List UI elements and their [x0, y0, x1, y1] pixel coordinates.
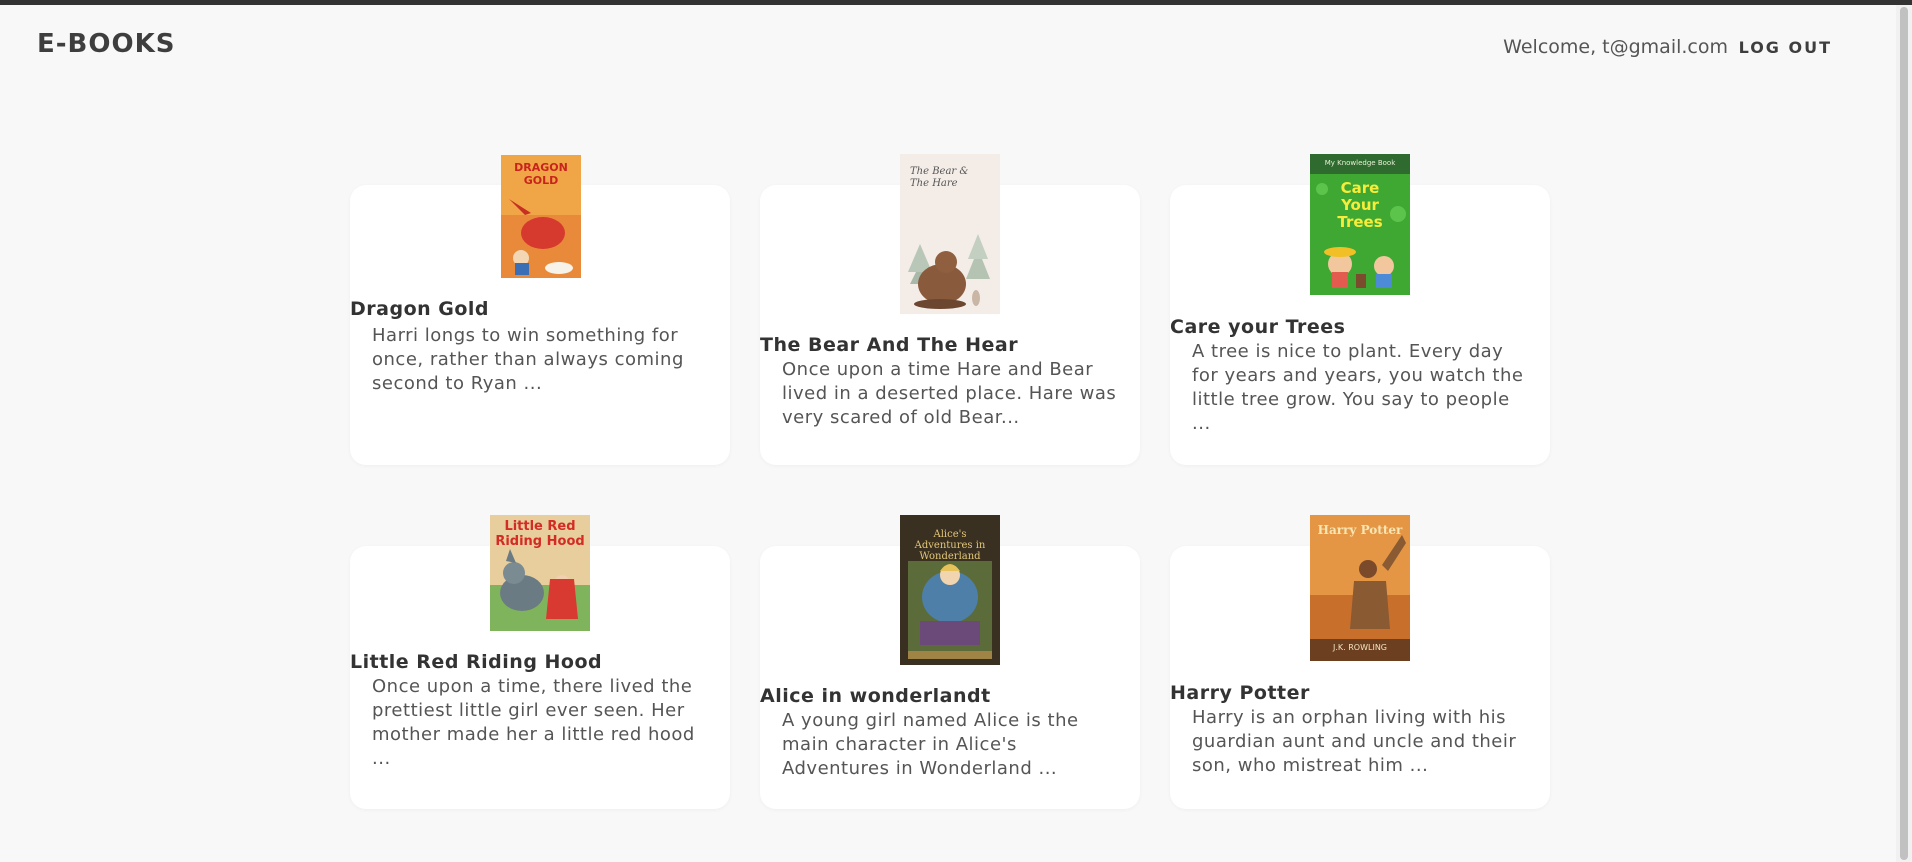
book-description: Harri longs to win something for once, r…	[372, 325, 684, 394]
book-cover[interactable]: The Bear & The Hare	[900, 154, 1000, 314]
scrollbar-thumb[interactable]	[1900, 7, 1908, 860]
book-title[interactable]: Little Red Riding Hood	[350, 651, 730, 673]
book-description: Once upon a time, there lived the pretti…	[372, 676, 695, 769]
brand-logo[interactable]: E-BOOKS	[37, 29, 175, 59]
cover-title: The Bear & The Hare	[910, 166, 969, 189]
welcome-text: Welcome, t@gmail.com	[1503, 36, 1728, 58]
cover-title: DRAGON GOLD	[514, 161, 568, 187]
book-cover[interactable]: Harry Potter J.K. ROWLING	[1310, 515, 1410, 661]
book-description: Once upon a time Hare and Bear lived in …	[782, 359, 1117, 428]
scrollbar[interactable]	[1896, 5, 1912, 862]
book-title[interactable]: Alice in wonderlandt	[760, 685, 1140, 707]
book-description: A tree is nice to plant. Every day for y…	[1192, 341, 1524, 434]
book-title[interactable]: Dragon Gold	[350, 298, 730, 320]
book-cover[interactable]: My Knowledge Book Care Your Trees	[1310, 154, 1410, 295]
book-title[interactable]: The Bear And The Hear	[760, 334, 1140, 356]
book-title[interactable]: Harry Potter	[1170, 682, 1550, 704]
book-description: Harry is an orphan living with his guard…	[1192, 707, 1517, 776]
cover-author: J.K. ROWLING	[1333, 643, 1387, 652]
cover-title: Little Red Riding Hood	[495, 519, 585, 549]
book-cover[interactable]: Little Red Riding Hood	[490, 515, 590, 631]
book-description: A young girl named Alice is the main cha…	[782, 710, 1079, 779]
logout-button[interactable]: LOG OUT	[1739, 34, 1832, 61]
cover-title: Harry Potter	[1317, 523, 1403, 537]
cover-title: Care Your Trees	[1337, 179, 1383, 231]
cover-subtitle: My Knowledge Book	[1324, 159, 1396, 167]
book-title[interactable]: Care your Trees	[1170, 316, 1550, 338]
cover-title: Alice's Adventures in Wonderland	[914, 529, 986, 562]
book-cover[interactable]: Alice's Adventures in Wonderland	[900, 515, 1000, 665]
book-cover[interactable]: DRAGON GOLD	[501, 155, 581, 278]
header: E-BOOKS Welcome, t@gmail.com LOG OUT	[0, 5, 1896, 85]
